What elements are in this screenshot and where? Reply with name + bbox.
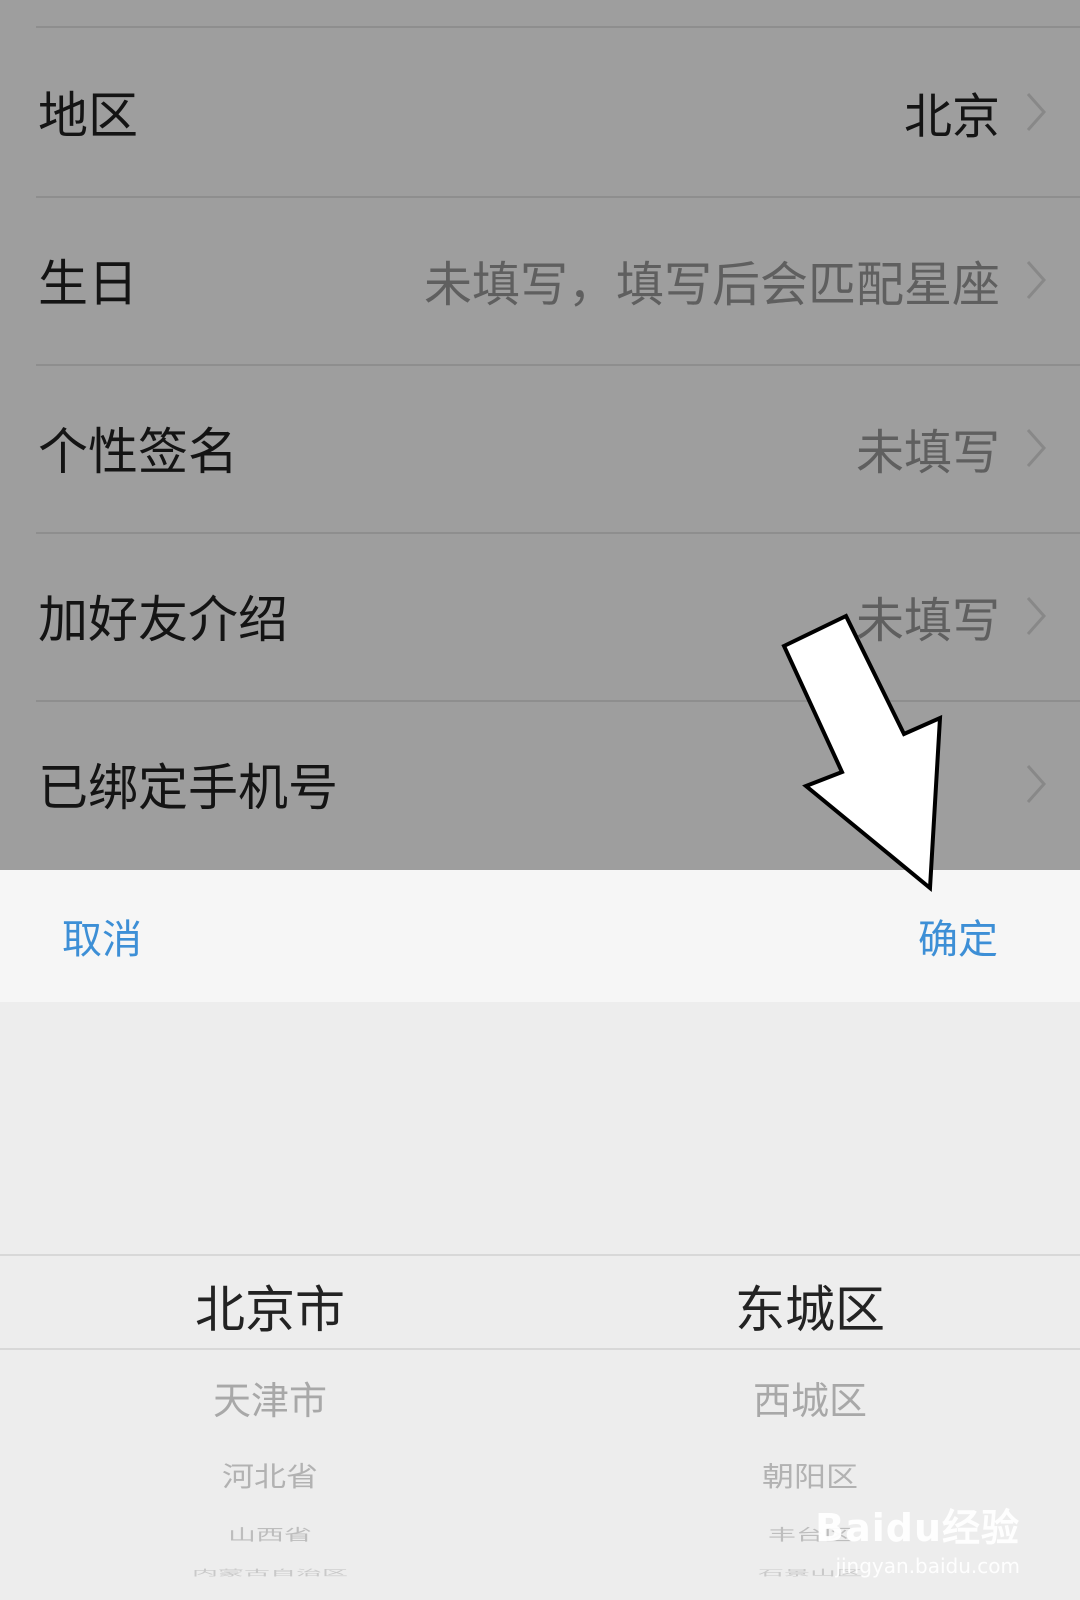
district-option[interactable]: 西城区 bbox=[540, 1370, 1080, 1425]
chevron-right-icon bbox=[1026, 597, 1047, 635]
province-option[interactable]: 内蒙古自治区 bbox=[0, 1567, 540, 1578]
settings-row-birthday[interactable]: 生日 未填写，填写后会匹配星座 bbox=[0, 196, 1080, 364]
row-value: 未填写，填写后会匹配星座 bbox=[423, 257, 1000, 313]
divider bbox=[36, 364, 1080, 366]
province-option[interactable]: 山西省 bbox=[0, 1523, 540, 1545]
row-label: 已绑定手机号 bbox=[38, 759, 338, 817]
row-label: 个性签名 bbox=[38, 423, 238, 481]
arrow-annotation bbox=[781, 613, 943, 893]
chevron-right-icon bbox=[1026, 765, 1047, 803]
confirm-button[interactable]: 确定 bbox=[918, 907, 998, 965]
district-option[interactable]: 朝阳区 bbox=[540, 1455, 1080, 1494]
settings-row-region[interactable]: 地区 北京 bbox=[0, 28, 1080, 196]
chevron-right-icon bbox=[1026, 93, 1047, 131]
row-label: 生日 bbox=[38, 255, 138, 313]
watermark-brand: Baidu经验 bbox=[815, 1506, 1020, 1550]
row-label: 加好友介绍 bbox=[38, 591, 288, 649]
row-label: 地区 bbox=[38, 87, 138, 145]
watermark-url: jingyan.baidu.com bbox=[835, 1554, 1020, 1578]
province-option[interactable]: 河北省 bbox=[0, 1455, 540, 1494]
province-option[interactable]: 天津市 bbox=[0, 1370, 540, 1425]
district-selected[interactable]: 东城区 bbox=[540, 1270, 1080, 1342]
watermark: Baidu经验 jingyan.baidu.com bbox=[815, 1497, 1020, 1578]
settings-row-signature[interactable]: 个性签名 未填写 bbox=[0, 364, 1080, 532]
province-selected[interactable]: 北京市 bbox=[0, 1270, 540, 1342]
cancel-button[interactable]: 取消 bbox=[62, 907, 142, 965]
row-value: 北京 bbox=[903, 89, 1000, 145]
province-wheel[interactable]: 北京市 天津市 河北省 山西省 内蒙古自治区 bbox=[0, 1002, 540, 1600]
divider bbox=[36, 196, 1080, 198]
divider bbox=[36, 532, 1080, 534]
chevron-right-icon bbox=[1026, 429, 1047, 467]
chevron-right-icon bbox=[1026, 261, 1047, 299]
row-value: 未填写 bbox=[855, 425, 1000, 481]
